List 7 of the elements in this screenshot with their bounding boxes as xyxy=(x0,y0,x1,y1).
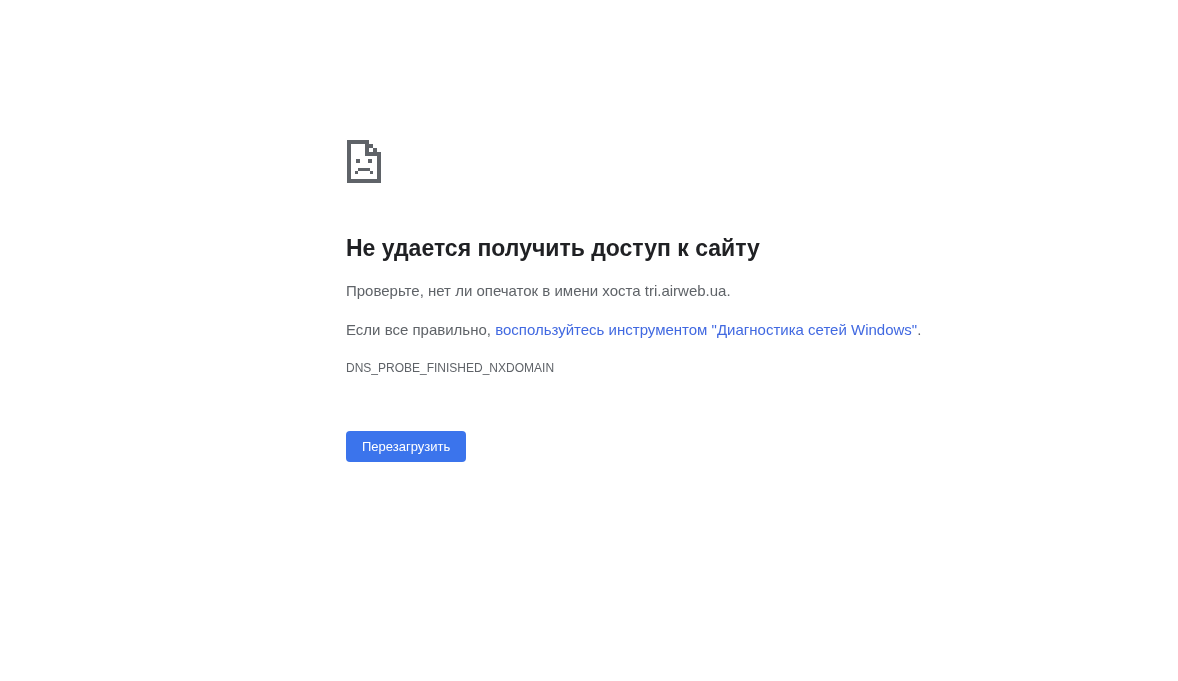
reload-button[interactable]: Перезагрузить xyxy=(346,431,467,462)
sad-page-icon xyxy=(347,140,381,183)
error-code: DNS_PROBE_FINISHED_NXDOMAIN xyxy=(346,360,555,376)
error-heading: Не удается получить доступ к сайту xyxy=(346,234,760,263)
diagnostics-text: Если все правильно, воспользуйтесь инструментом "Диагностика сетей Windows". xyxy=(346,320,922,340)
diagnostics-link[interactable]: воспользуйтесь инструментом "Диагностика сетей Windows" xyxy=(495,321,918,338)
suggestion-text: Проверьте, нет ли опечаток в имени хоста tri.airweb.ua. xyxy=(346,281,731,301)
